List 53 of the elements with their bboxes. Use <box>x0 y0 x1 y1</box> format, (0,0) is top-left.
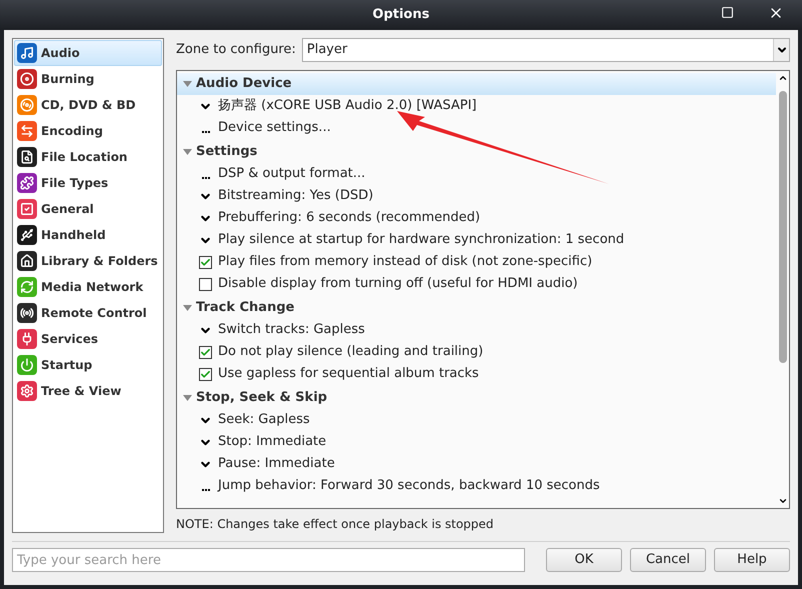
expand-triangle-icon[interactable] <box>183 81 192 87</box>
group-header[interactable]: Settings <box>177 141 776 163</box>
dropdown-button[interactable] <box>773 39 789 61</box>
sidebar-item[interactable]: File Location <box>14 144 162 170</box>
setting-label[interactable]: Play files from memory instead of disk (not zone-specific) <box>218 252 592 272</box>
dialog-button[interactable]: Help <box>714 548 790 572</box>
checkbox[interactable] <box>199 368 212 380</box>
sidebar-item[interactable]: Library & Folders <box>14 248 162 274</box>
sidebar-item[interactable]: Startup <box>14 352 162 378</box>
expand-triangle-icon[interactable] <box>183 305 192 311</box>
setting-label[interactable]: Prebuffering: 6 seconds (recommended) <box>218 208 480 228</box>
setting-label[interactable]: Do not play silence (leading and trailing) <box>218 342 484 362</box>
sidebar-item[interactable]: Audio <box>14 40 162 66</box>
window-title: Options <box>372 6 430 24</box>
setting-label[interactable]: Stop: Immediate <box>218 432 326 452</box>
group-header[interactable]: Audio Device <box>177 73 776 95</box>
maximize-icon[interactable] <box>721 6 734 19</box>
group-header[interactable]: Stop, Seek & Skip <box>177 387 776 409</box>
scroll-down-icon[interactable] <box>778 496 788 506</box>
expand-triangle-icon[interactable] <box>183 149 192 155</box>
sidebar-item[interactable]: General <box>14 196 162 222</box>
sidebar-item[interactable]: Burning <box>14 66 162 92</box>
checkbox[interactable] <box>199 278 212 290</box>
checkbox[interactable] <box>199 346 212 358</box>
scroll-up-icon[interactable] <box>778 73 788 83</box>
setting-label[interactable]: DSP & output format... <box>218 164 366 184</box>
setting-label[interactable]: Bitstreaming: Yes (DSD) <box>218 186 374 206</box>
setting-label[interactable]: Pause: Immediate <box>218 454 335 474</box>
dialog-button[interactable]: Cancel <box>630 548 706 572</box>
zone-dropdown[interactable]: Player <box>302 38 790 62</box>
setting-label[interactable]: Switch tracks: Gapless <box>218 320 365 340</box>
setting-label[interactable]: 扬声器 (xCORE USB Audio 2.0) [WASAPI] <box>218 96 477 116</box>
sidebar-item[interactable]: Services <box>14 326 162 352</box>
sidebar-item[interactable]: Remote Control <box>14 300 162 326</box>
sidebar-item[interactable]: File Types <box>14 170 162 196</box>
expand-triangle-icon[interactable] <box>183 395 192 401</box>
setting-label[interactable]: Use gapless for sequential album tracks <box>218 364 479 384</box>
setting-label[interactable]: Play silence at startup for hardware synchronization: 1 second <box>218 230 624 250</box>
sidebar-item[interactable]: Media Network <box>14 274 162 300</box>
note-text: NOTE: Changes take effect once playback is stopped <box>176 516 495 533</box>
search-field[interactable]: Type your search here <box>12 548 525 572</box>
group-header[interactable]: Track Change <box>177 297 776 319</box>
setting-label[interactable]: Jump behavior: Forward 30 seconds, backward 10 seconds <box>218 476 600 496</box>
sidebar-item[interactable]: Tree & View <box>14 378 162 404</box>
setting-label[interactable]: Seek: Gapless <box>218 410 310 430</box>
dialog-button[interactable]: OK <box>546 548 622 572</box>
sidebar-item[interactable]: Handheld <box>14 222 162 248</box>
setting-label[interactable]: Device settings... <box>218 118 331 138</box>
checkbox[interactable] <box>199 256 212 268</box>
setting-label[interactable]: Disable display from turning off (useful for HDMI audio) <box>218 274 578 294</box>
sidebar-item[interactable]: Encoding <box>14 118 162 144</box>
zone-label: Zone to configure: <box>176 41 296 60</box>
sidebar-item[interactable]: CD, DVD & BD <box>14 92 162 118</box>
